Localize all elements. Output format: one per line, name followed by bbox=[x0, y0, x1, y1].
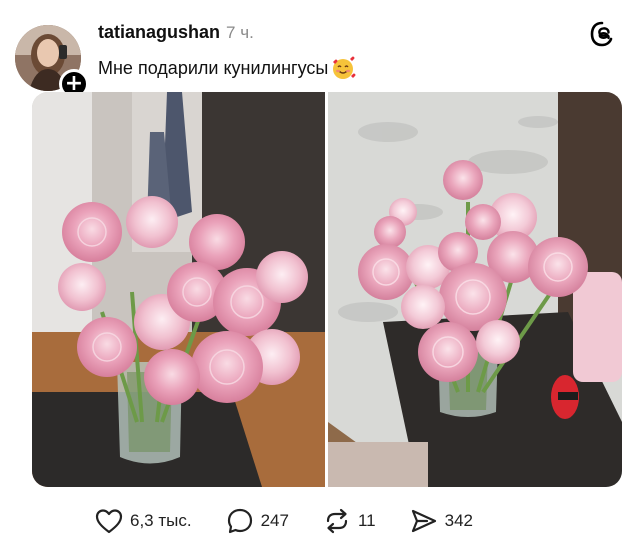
caption-text: Мне подарили кунилингусы bbox=[98, 57, 329, 78]
post-photo-1[interactable] bbox=[32, 92, 325, 487]
username[interactable]: tatianagushan bbox=[98, 22, 220, 43]
repost-count: 11 bbox=[357, 511, 376, 530]
like-button[interactable]: 6,3 тыс. bbox=[95, 508, 192, 534]
smiling-face-with-hearts-icon bbox=[330, 55, 356, 81]
post-caption: Мне подарили кунилингусы bbox=[98, 55, 356, 81]
post-header: tatianagushan 7 ч. bbox=[98, 22, 254, 43]
post-photo-2[interactable] bbox=[328, 92, 622, 487]
share-button[interactable]: 342 bbox=[410, 508, 473, 534]
heart-icon bbox=[95, 508, 123, 534]
like-count: 6,3 тыс. bbox=[130, 511, 192, 530]
repost-arrows-icon bbox=[323, 508, 351, 534]
avatar-container[interactable]: + bbox=[15, 25, 89, 99]
threads-post: + tatianagushan 7 ч. Мне подарили кунили… bbox=[0, 0, 640, 548]
comment-bubble-icon bbox=[226, 507, 254, 535]
repost-button[interactable]: 11 bbox=[323, 508, 376, 534]
comment-count: 247 bbox=[260, 511, 289, 530]
share-count: 342 bbox=[444, 511, 473, 530]
comment-button[interactable]: 247 bbox=[226, 507, 289, 535]
post-actions: 6,3 тыс. 247 11 342 bbox=[95, 503, 507, 539]
threads-logo-icon[interactable] bbox=[588, 20, 616, 48]
send-paper-plane-icon bbox=[410, 508, 438, 534]
timestamp[interactable]: 7 ч. bbox=[226, 23, 254, 43]
